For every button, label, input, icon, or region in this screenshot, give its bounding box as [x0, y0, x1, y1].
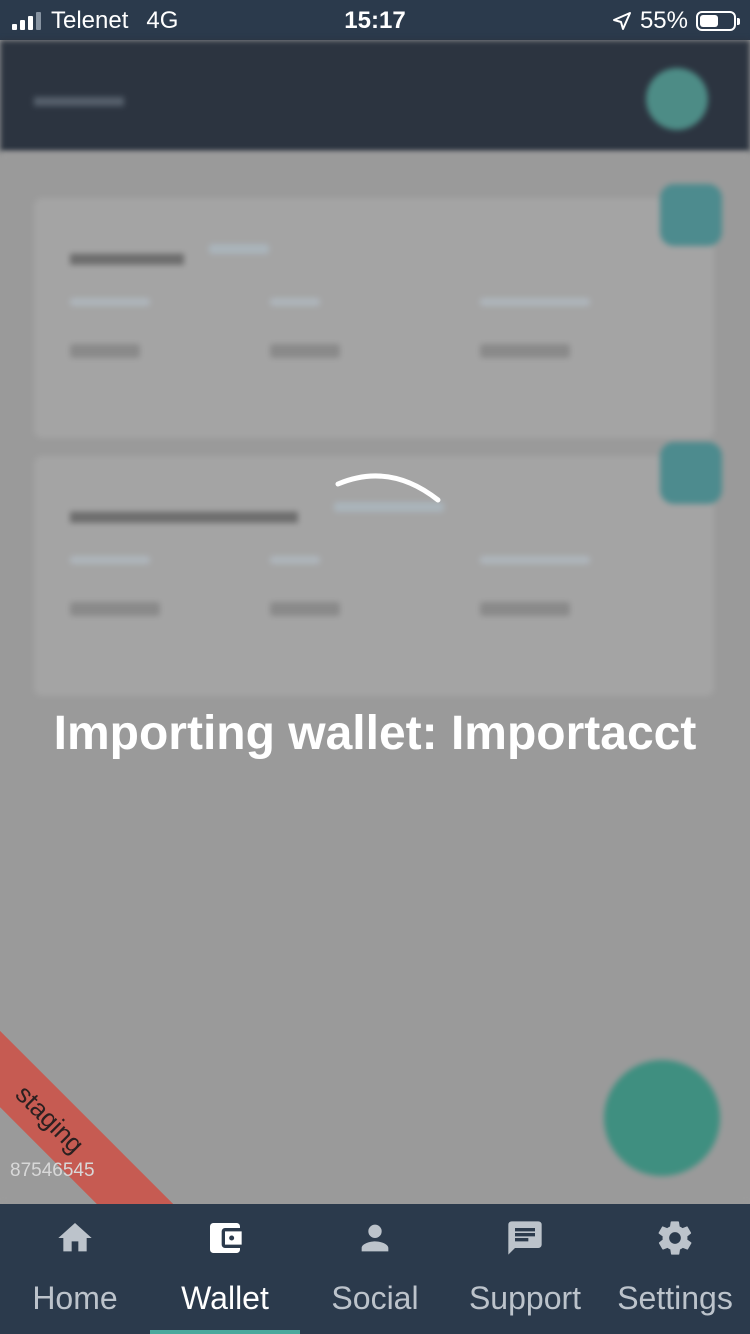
wallet-name-blurred: ▬▬▬▬▬▬ — [70, 490, 298, 532]
avatar — [646, 68, 708, 130]
nav-social[interactable]: Social — [300, 1204, 450, 1334]
nav-label: Wallet — [181, 1280, 269, 1316]
home-icon — [58, 1223, 92, 1252]
bottom-nav: Home Wallet Social Support Settings — [0, 1204, 750, 1334]
status-bar: Telenet 4G 15:17 55% — [0, 0, 750, 40]
battery-icon — [696, 11, 740, 31]
build-number: 87546545 — [10, 1160, 95, 1181]
gear-icon — [658, 1221, 692, 1255]
loading-spinner — [335, 473, 441, 503]
wallet-stat — [480, 556, 590, 616]
wallet-card: ▬▬▬ — [34, 184, 722, 438]
wallet-icon — [210, 1223, 242, 1253]
nav-support[interactable]: Support — [450, 1204, 600, 1334]
wallet-stat — [70, 556, 160, 616]
add-wallet-fab — [604, 1060, 720, 1176]
wallet-stat — [270, 298, 340, 358]
status-right: 55% — [612, 7, 740, 35]
nav-label: Settings — [617, 1280, 733, 1316]
chat-icon — [508, 1221, 542, 1255]
nav-label: Social — [331, 1280, 419, 1316]
nav-label: Support — [468, 1280, 582, 1316]
wallet-stat — [270, 556, 340, 616]
wallet-tag-blurred — [209, 244, 269, 254]
person-icon — [361, 1224, 389, 1252]
nav-wallet[interactable]: Wallet — [150, 1204, 300, 1334]
location-icon — [612, 12, 631, 30]
wallet-name-blurred: ▬▬▬ — [70, 232, 184, 274]
nav-home[interactable]: Home — [0, 1204, 150, 1334]
wallet-stat — [480, 298, 590, 358]
wallet-badge — [660, 442, 722, 504]
active-tab-indicator — [150, 1330, 300, 1334]
battery-percent: 55% — [639, 7, 688, 34]
wallet-stat — [70, 298, 150, 358]
import-status-message: Importing wallet: Importacct — [53, 707, 697, 760]
nav-settings[interactable]: Settings — [600, 1204, 750, 1334]
nav-label: Home — [32, 1280, 118, 1316]
wallet-badge — [660, 184, 722, 246]
app-header-blurred: ▬▬▬ — [0, 40, 750, 152]
header-title-blurred: ▬▬▬ — [34, 80, 124, 113]
